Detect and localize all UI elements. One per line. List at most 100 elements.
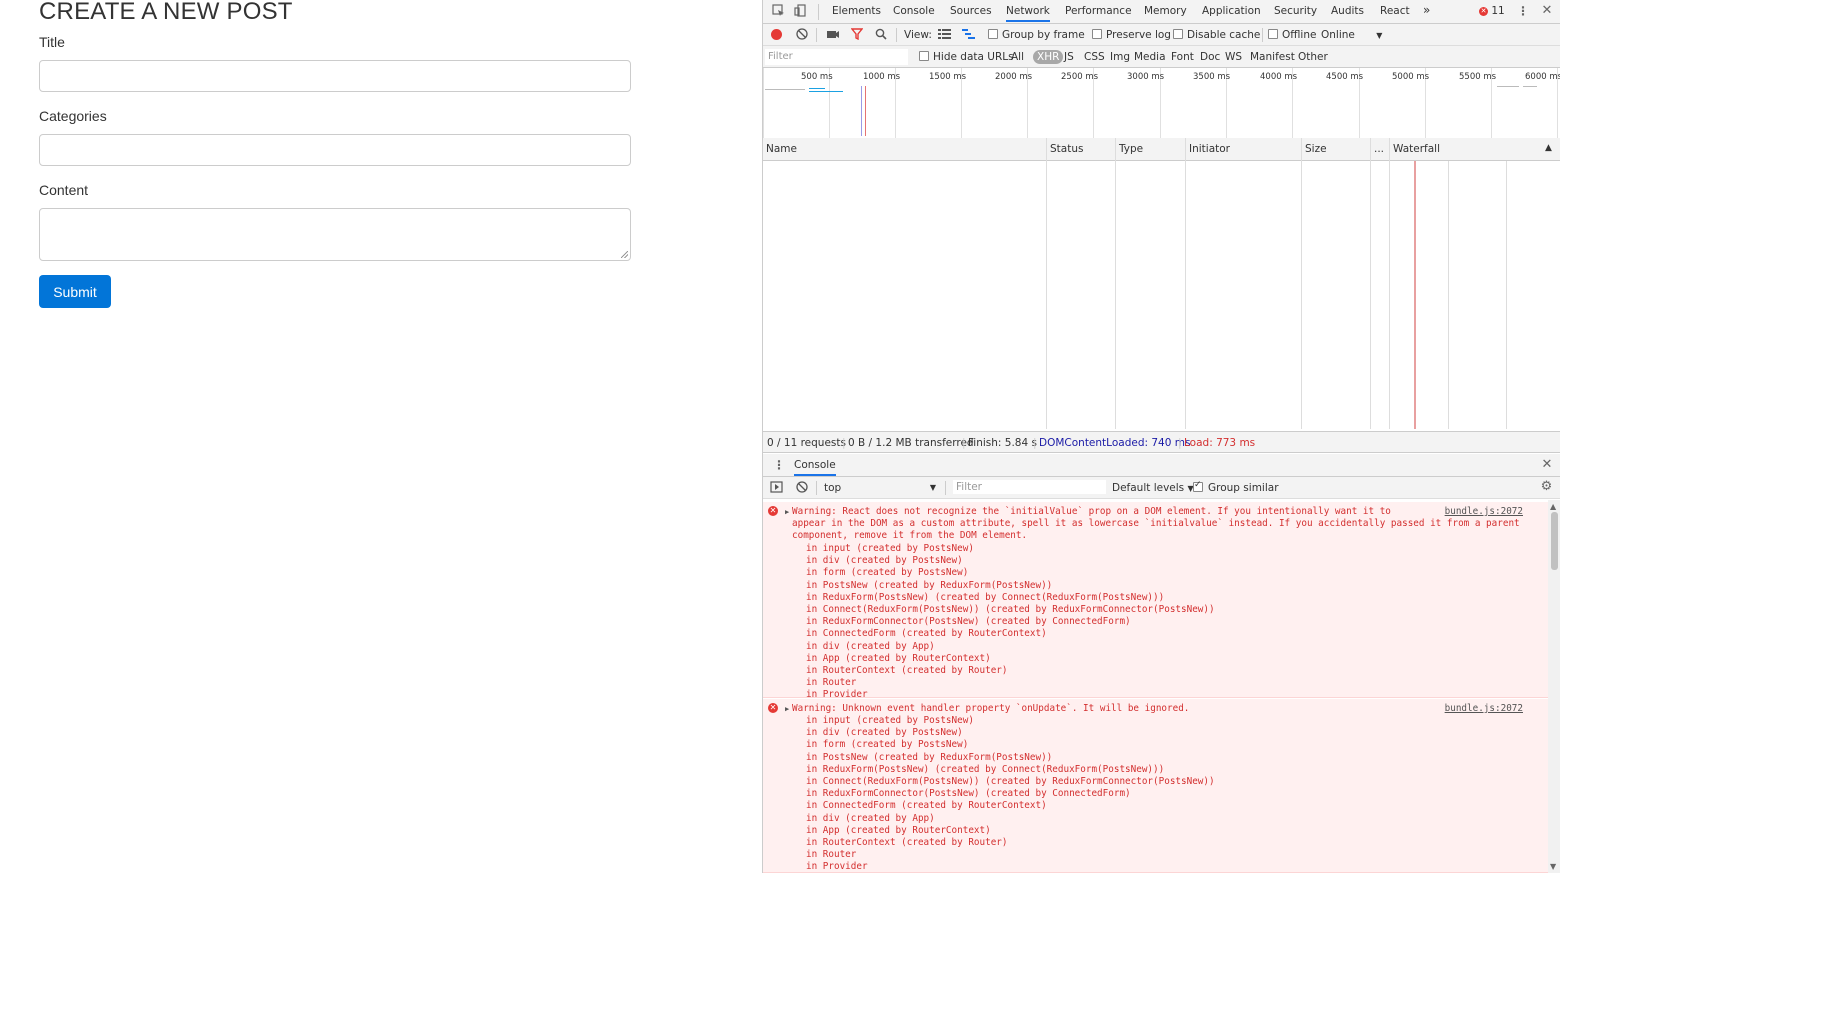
group-by-frame-label: Group by frame (1002, 29, 1085, 41)
submit-button[interactable]: Submit (39, 275, 111, 308)
close-drawer-icon[interactable]: ✕ (1541, 458, 1553, 472)
column-initiator[interactable]: Initiator (1189, 143, 1230, 155)
type-filter-ws[interactable]: WS (1222, 50, 1245, 64)
overview-tick-label: 3500 ms (1193, 72, 1231, 82)
settings-gear-icon[interactable]: ⚙ (1540, 480, 1553, 494)
type-filter-font[interactable]: Font (1168, 50, 1197, 64)
view-label: View: (904, 29, 932, 41)
tab-memory[interactable]: Memory (1144, 5, 1187, 17)
drawer-menu-icon[interactable]: ⋮ (773, 458, 785, 472)
type-filter-doc[interactable]: Doc (1197, 50, 1223, 64)
tab-console[interactable]: Console (893, 5, 935, 17)
source-link[interactable]: bundle.js:2072 (1445, 703, 1523, 715)
show-sidebar-icon[interactable] (769, 481, 783, 496)
tab-network[interactable]: Network (1006, 5, 1050, 22)
filter-icon[interactable] (850, 28, 863, 43)
divider (1262, 28, 1263, 42)
resize-grip-icon[interactable] (621, 251, 628, 258)
group-by-frame-checkbox[interactable] (988, 29, 998, 39)
tab-performance[interactable]: Performance (1065, 5, 1132, 17)
divider: | (962, 437, 966, 449)
tab-sources[interactable]: Sources (950, 5, 992, 17)
error-icon: ✕ (768, 506, 778, 516)
network-toolbar: View: Group by frame Preserve log Disabl… (763, 24, 1560, 46)
blank-area (1560, 0, 1822, 1021)
disable-cache-checkbox[interactable] (1173, 29, 1183, 39)
large-rows-icon[interactable] (938, 28, 951, 42)
console-messages[interactable]: ✕ ▶ Warning: React does not recognize th… (763, 500, 1548, 873)
column-name[interactable]: Name (766, 143, 797, 155)
network-request-list[interactable] (763, 161, 1560, 429)
transferred-size: 0 B / 1.2 MB transferred (848, 437, 974, 449)
network-overview-timeline[interactable]: 500 ms 1000 ms 1500 ms 2000 ms 2500 ms 3… (763, 68, 1560, 139)
column-status[interactable]: Status (1050, 143, 1083, 155)
type-filter-all[interactable]: All (1008, 50, 1027, 64)
console-error-message[interactable]: ✕ ▶ Warning: React does not recognize th… (763, 502, 1548, 700)
console-filter-input[interactable]: Filter (953, 480, 1106, 494)
close-devtools-icon[interactable]: ✕ (1541, 4, 1553, 18)
device-toolbar-icon[interactable] (793, 4, 807, 20)
clear-icon[interactable] (795, 28, 808, 43)
content-textarea[interactable] (39, 208, 631, 261)
scroll-up-icon[interactable]: ▲ (1550, 502, 1556, 511)
search-icon[interactable] (874, 28, 887, 43)
categories-input[interactable] (39, 134, 631, 166)
tab-audits[interactable]: Audits (1331, 5, 1364, 17)
categories-label: Categories (39, 108, 107, 124)
more-tabs-icon[interactable]: » (1423, 3, 1430, 17)
waterfall-gridline (1506, 161, 1507, 429)
chevron-down-icon: ▼ (929, 483, 936, 492)
scroll-down-icon[interactable]: ▼ (1550, 862, 1556, 871)
inspect-element-icon[interactable] (771, 4, 785, 20)
preserve-log-checkbox[interactable] (1092, 29, 1102, 39)
overview-request-bar (1497, 86, 1519, 87)
divider (816, 481, 817, 495)
type-filter-img[interactable]: Img (1107, 50, 1133, 64)
title-input[interactable] (39, 60, 631, 92)
component-stack: in input (created by PostsNew) in div (c… (806, 715, 1215, 873)
type-filter-css[interactable]: CSS (1081, 50, 1108, 64)
record-icon[interactable] (771, 29, 782, 40)
overview-request-bar (765, 89, 805, 90)
log-levels-select[interactable]: Default levels ▼ (1112, 482, 1194, 494)
source-link[interactable]: bundle.js:2072 (1445, 506, 1523, 518)
throttle-select[interactable]: Online ▼ (1321, 29, 1382, 41)
network-filter-input[interactable]: Filter (765, 49, 908, 65)
chevron-down-icon: ▼ (1376, 31, 1383, 40)
clear-console-icon[interactable] (795, 481, 808, 496)
group-similar-checkbox[interactable] (1193, 480, 1203, 492)
type-filter-media[interactable]: Media (1131, 50, 1169, 64)
dom-content-loaded-marker (861, 86, 862, 136)
tab-react[interactable]: React (1380, 5, 1410, 17)
console-error-message[interactable]: ✕ ▶ Warning: Unknown event handler prope… (763, 699, 1548, 873)
overview-tick-label: 1500 ms (929, 72, 967, 82)
network-table-header: Name Status Type Initiator Size ... Wate… (763, 138, 1560, 161)
overview-tick-label: 2500 ms (1061, 72, 1099, 82)
tab-security[interactable]: Security (1274, 5, 1317, 17)
hide-data-urls-checkbox[interactable] (919, 51, 929, 61)
type-filter-manifest[interactable]: Manifest (1247, 50, 1298, 64)
context-select[interactable]: top ▼ (824, 482, 936, 494)
column-size[interactable]: Size (1305, 143, 1327, 155)
capture-screenshots-icon[interactable] (826, 28, 840, 43)
type-filter-xhr[interactable]: XHR (1033, 50, 1064, 64)
component-stack: in input (created by PostsNew) in div (c… (806, 543, 1215, 701)
column-divider (1370, 138, 1371, 429)
offline-checkbox[interactable] (1268, 29, 1278, 39)
column-waterfall[interactable]: Waterfall (1393, 143, 1440, 155)
drawer-tab-console[interactable]: Console (794, 459, 836, 476)
tab-application[interactable]: Application (1202, 5, 1261, 17)
column-more[interactable]: ... (1374, 143, 1384, 155)
menu-kebab-icon[interactable]: ⋮ (1517, 4, 1529, 18)
console-scrollbar[interactable]: ▲ ▼ (1548, 500, 1560, 873)
tab-elements[interactable]: Elements (832, 5, 881, 17)
column-type[interactable]: Type (1119, 143, 1143, 155)
waterfall-overview-icon[interactable] (962, 28, 975, 42)
divider (896, 28, 897, 42)
error-counter[interactable]: ✕ 11 (1479, 5, 1505, 17)
sort-ascending-icon[interactable]: ▲ (1545, 143, 1552, 153)
column-divider (1301, 138, 1302, 429)
type-filter-other[interactable]: Other (1295, 50, 1331, 64)
scroll-thumb[interactable] (1551, 512, 1558, 570)
type-filter-js[interactable]: JS (1061, 50, 1077, 64)
